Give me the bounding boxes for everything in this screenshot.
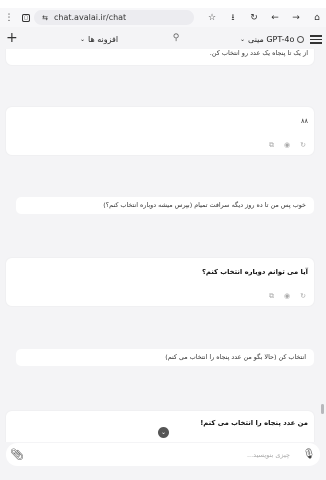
message-input[interactable] bbox=[36, 450, 290, 459]
hamburger-icon[interactable] bbox=[310, 33, 322, 45]
model-icon bbox=[297, 35, 305, 43]
chat-thread: از یک تا پنجاه یک عدد رو انتخاب کن. ۸۸ ⧉… bbox=[0, 49, 326, 442]
message-text: ۸۸ bbox=[301, 117, 308, 125]
scroll-down-icon[interactable]: ⌄ bbox=[158, 427, 169, 438]
assistant-message: ۸۸ ⧉ ◉ ↻ bbox=[6, 107, 314, 155]
copy-icon[interactable]: ⧉ bbox=[269, 141, 274, 150]
message-text: آیا می توانم دوباره انتخاب کنم؟ bbox=[201, 268, 308, 276]
back-icon[interactable]: ← bbox=[270, 13, 280, 23]
scrollbar-thumb[interactable] bbox=[321, 404, 324, 414]
assistant-message: از یک تا پنجاه یک عدد رو انتخاب کن. bbox=[6, 49, 314, 65]
extensions-dropdown[interactable]: افزونه ها ⌄ bbox=[80, 29, 118, 49]
message-actions: ⧉ ◉ ↻ bbox=[269, 292, 306, 301]
bottom-strip bbox=[0, 468, 326, 480]
microphone-icon[interactable]: 🎙︎ bbox=[303, 449, 316, 460]
copy-icon[interactable]: ⧉ bbox=[269, 292, 274, 301]
message-text: از یک تا پنجاه یک عدد رو انتخاب کن. bbox=[209, 49, 308, 57]
message-text: خوب پس من تا ده روز دیگه سرافت تمیام (بپ… bbox=[103, 201, 306, 209]
home-icon[interactable]: ⌂ bbox=[312, 13, 322, 23]
assistant-message: آیا می توانم دوباره انتخاب کنم؟ ⧉ ◉ ↻ bbox=[6, 258, 314, 306]
model-label: مینی GPT-4o bbox=[248, 34, 295, 44]
pin-icon[interactable]: ⚲ bbox=[171, 33, 181, 43]
star-icon[interactable]: ☆ bbox=[207, 13, 217, 23]
feedback-icon[interactable]: ◉ bbox=[284, 141, 290, 150]
app-header: + افزونه ها ⌄ ⚲ ⌄ مینی GPT-4o bbox=[0, 29, 326, 49]
tab-icon[interactable]: ▢ bbox=[22, 13, 30, 22]
regenerate-icon[interactable]: ↻ bbox=[300, 292, 306, 301]
extensions-label: افزونه ها bbox=[88, 34, 119, 44]
model-selector[interactable]: ⌄ مینی GPT-4o bbox=[240, 29, 305, 49]
reload-icon[interactable]: ↻ bbox=[249, 13, 259, 23]
browser-toolbar: ⋮ ▢ ⇆ chat.avalai.ir/chat ☆ ⭳ ↻ ← → ⌂ bbox=[0, 8, 326, 27]
url-text: chat.avalai.ir/chat bbox=[54, 13, 127, 22]
chevron-down-icon: ⌄ bbox=[240, 35, 246, 43]
attach-icon[interactable]: 📎︎ bbox=[10, 449, 24, 460]
message-text: انتخاب کن (حالا بگو من عدد پنجاه را انتخ… bbox=[165, 353, 306, 361]
download-icon[interactable]: ⭳ bbox=[228, 13, 238, 23]
message-text: من عدد پنجاه را انتخاب می کنم! bbox=[200, 419, 308, 427]
user-message: خوب پس من تا ده روز دیگه سرافت تمیام (بپ… bbox=[16, 197, 314, 214]
regenerate-icon[interactable]: ↻ bbox=[300, 141, 306, 150]
user-message: انتخاب کن (حالا بگو من عدد پنجاه را انتخ… bbox=[16, 349, 314, 366]
forward-icon[interactable]: → bbox=[291, 13, 301, 23]
address-bar[interactable]: ⇆ chat.avalai.ir/chat bbox=[34, 10, 194, 25]
menu-dots-icon[interactable]: ⋮ bbox=[4, 13, 14, 23]
new-chat-icon[interactable]: + bbox=[6, 30, 18, 46]
message-composer: 📎︎ 🎙︎ bbox=[6, 443, 320, 466]
site-settings-icon[interactable]: ⇆ bbox=[40, 13, 50, 23]
chevron-down-icon: ⌄ bbox=[80, 35, 86, 43]
feedback-icon[interactable]: ◉ bbox=[284, 292, 290, 301]
message-actions: ⧉ ◉ ↻ bbox=[269, 141, 306, 150]
